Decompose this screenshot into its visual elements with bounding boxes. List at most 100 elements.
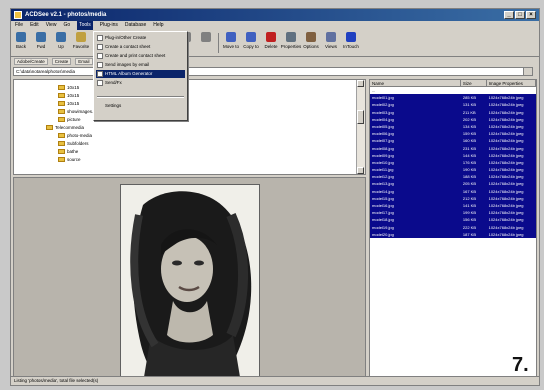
link-create[interactable]: Create [51,58,72,65]
file-list: Name Size Image Properties ... model01.jp… [369,79,537,383]
toolbar-button[interactable]: Copy to [241,30,261,56]
toolbar-button[interactable]: Favorite [71,30,91,56]
file-row[interactable]: model17.jpg 199 KB 1024x768x24b jpeg [370,209,536,217]
file-row[interactable]: model11.jpg 190 KB 1024x768x24b jpeg [370,166,536,174]
menu-edit[interactable]: Edit [30,21,39,30]
file-row[interactable]: model18.jpg 156 KB 1024x768x24b jpeg [370,216,536,224]
file-size: 212 KB [462,195,477,201]
link-email[interactable]: Email [75,58,93,65]
scroll-up-icon[interactable] [357,80,364,87]
toolbar-button[interactable]: Properties [281,30,301,56]
file-props: 1024x768x24b jpeg [488,131,524,137]
email-icon [97,62,103,68]
column-size[interactable]: Size [460,80,487,87]
file-row[interactable]: model14.jpg 167 KB 1024x768x24b jpeg [370,187,536,195]
file-name: model06.jpg [372,131,394,137]
menu-database[interactable]: Database [125,21,146,30]
file-props: 1024x768x24b jpeg [488,181,524,187]
forward-icon [36,32,46,42]
menu-help[interactable]: Help [153,21,163,30]
file-row[interactable]: model13.jpg 205 KB 1024x768x24b jpeg [370,180,536,188]
file-row[interactable]: model10.jpg 176 KB 1024x768x24b jpeg [370,158,536,167]
address-dropdown-icon[interactable] [523,68,532,75]
maximize-button[interactable]: □ [515,11,525,19]
file-row[interactable]: model01.jpg 285 KB 1024x768x24b jpeg [370,94,536,102]
scroll-down-icon[interactable] [357,167,364,174]
tree-item[interactable]: 10x15 [58,84,79,91]
file-row[interactable]: model19.jpg 222 KB 1024x768x24b jpeg [370,223,536,231]
menu-item-send-email[interactable]: Send images by email [96,61,185,69]
menu-item-html-album[interactable]: HTML Album Generator [96,70,185,78]
tree-item[interactable]: bathe [58,148,78,155]
toolbar-button-label: InTouch [343,44,359,49]
menu-item-create-contact-sheet[interactable]: Create a contact sheet [96,43,185,51]
file-row[interactable]: model16.jpg 141 KB 1024x768x24b jpeg [370,202,536,210]
file-row[interactable]: model07.jpg 160 KB 1024x768x24b jpeg [370,137,536,145]
menu-go[interactable]: Go [63,21,70,30]
file-size: 190 KB [462,167,477,173]
toolbar-button[interactable]: InTouch [341,30,361,56]
html-icon [97,71,103,77]
menu-tools[interactable]: Tools [77,21,93,30]
toolbar-button[interactable]: Views [321,30,341,56]
column-name[interactable]: Name [370,80,461,87]
toolbar-button[interactable]: Up [51,30,71,56]
file-row[interactable]: ... [370,87,536,94]
toolbar-button[interactable] [196,30,216,56]
preview-photo[interactable] [120,184,260,382]
address-value: C:\data\notarealphotos\media [16,69,76,74]
toolbar-separator [218,33,219,53]
file-row[interactable]: model12.jpg 188 KB 1024x768x24b jpeg [370,173,536,181]
scroll-thumb[interactable] [357,110,364,124]
tree-item[interactable]: Telecommedia [46,124,84,131]
toolbar-button[interactable]: Back [11,30,31,56]
menu-view[interactable]: View [46,21,57,30]
file-name: model14.jpg [372,188,394,194]
contact-sheet-icon [97,44,103,50]
menu-file[interactable]: File [15,21,23,30]
title-bar[interactable]: ACDSee v2.1 - photos/media _ □ × [11,9,539,21]
folder-tree: 10x15 10x15 10x15 showimages.com picture… [13,79,366,175]
menu-plugins[interactable]: Plug-ins [100,21,118,30]
address-bar[interactable]: C:\data\notarealphotos\media [13,67,533,76]
tree-item[interactable]: source [58,156,81,163]
toolbar-button[interactable]: Delete [261,30,281,56]
file-row[interactable]: model06.jpg 159 KB 1024x768x24b jpeg [370,130,536,138]
link-adobe-create[interactable]: Adobe/Create [14,58,48,65]
file-row[interactable]: model05.jpg 134 KB 1024x768x24b jpeg [370,122,536,131]
minimize-button[interactable]: _ [504,11,514,19]
folder-icon [58,85,65,90]
tree-item[interactable]: 10x15 [58,100,79,107]
toolbar-button[interactable]: Move to [221,30,241,56]
tree-item[interactable]: Subfolders [58,140,89,147]
file-row[interactable]: model08.jpg 231 KB 1024x768x24b jpeg [370,144,536,152]
file-row[interactable]: model09.jpg 144 KB 1024x768x24b jpeg [370,151,536,159]
toolbar-button[interactable]: Fwd [31,30,51,56]
toolbar-button-label: Up [58,44,64,49]
file-name: ... [372,88,376,93]
column-image-properties[interactable]: Image Properties [486,80,536,87]
file-props: 1024x768x24b jpeg [488,195,524,201]
window-title: ACDSee v2.1 - photos/media [25,12,107,18]
menu-item-create-print-contact-sheet[interactable]: Create and print contact sheet [96,52,185,60]
file-row[interactable]: model20.jpg 187 KB 1024x768x24b jpeg [370,230,536,238]
file-size: 176 KB [462,159,477,165]
tree-item[interactable]: picture [58,116,81,123]
link-bar: Adobe/Create Create Email Print HTML Sen… [11,57,539,66]
status-bar: Listing 'photos/media', total file selec… [11,376,539,385]
file-row[interactable]: model03.jpg 211 KB 1024x768x24b jpeg [370,108,536,116]
close-button[interactable]: × [526,11,536,19]
tree-scrollbar[interactable] [356,80,365,174]
file-size: 188 KB [462,174,477,180]
menu-item-sendfx[interactable]: Send/Fx [96,79,185,87]
menu-item-settings[interactable]: Settings [96,102,185,110]
file-name: model20.jpg [372,231,394,237]
file-props: 1024x768x24b jpeg [488,145,524,151]
tree-item[interactable]: photo-media [58,132,92,139]
tree-item[interactable]: 10x15 [58,92,79,99]
file-row[interactable]: model15.jpg 212 KB 1024x768x24b jpeg [370,194,536,202]
toolbar-button[interactable]: Options [301,30,321,56]
menu-item-plugin-create[interactable]: Plug-in/Other Create [96,34,185,42]
file-row[interactable]: model02.jpg 131 KB 1024x768x24b jpeg [370,101,536,109]
file-row[interactable]: model04.jpg 202 KB 1024x768x24b jpeg [370,115,536,123]
